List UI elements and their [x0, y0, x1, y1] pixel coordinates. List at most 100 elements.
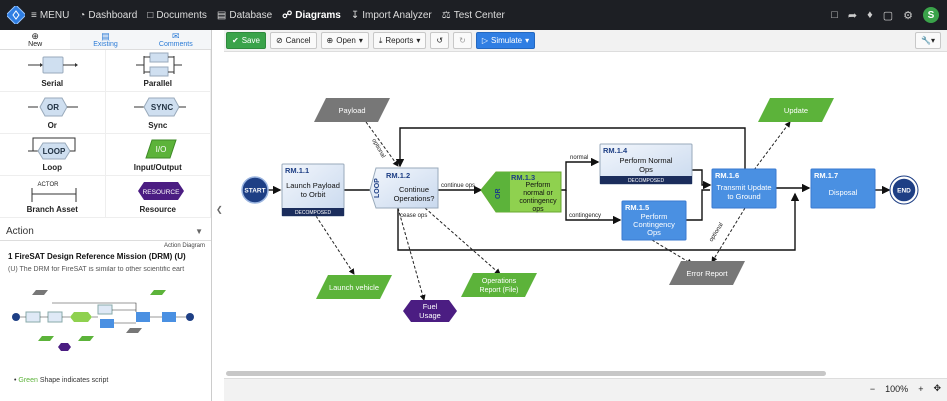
zoom-out-button[interactable]: − — [870, 384, 875, 394]
nav-documents[interactable]: □ Documents — [142, 0, 212, 30]
start-node[interactable]: START — [241, 176, 269, 204]
check-circle-icon: ✔ — [232, 36, 239, 45]
bell-icon[interactable]: ♦ — [867, 9, 873, 21]
node-rm-1-7[interactable]: RM.1.7 Disposal — [810, 168, 876, 209]
svg-text:SYNC: SYNC — [150, 103, 172, 112]
cancel-icon: ⊘ — [275, 36, 283, 45]
node-rm-1-4[interactable]: RM.1.4 Perform Normal Ops DECOMPOSED — [599, 143, 693, 185]
node-rm-1-2[interactable]: RM.1.2 Continue Operations? LOOP — [369, 167, 439, 209]
zoom-in-button[interactable]: + — [918, 384, 923, 394]
avatar[interactable]: S — [923, 7, 939, 23]
scrollbar-thumb[interactable] — [226, 371, 826, 376]
document-icon: □ — [147, 9, 154, 21]
svg-text:contingency: contingency — [519, 198, 557, 205]
io-shape-icon: I/O — [144, 139, 177, 159]
nav-diagrams[interactable]: ☍ Diagrams — [277, 0, 346, 30]
node-rm-1-5[interactable]: RM.1.5 Perform Contingency Ops — [621, 200, 687, 241]
svg-text:RM.1.3: RM.1.3 — [511, 173, 535, 182]
svg-text:Usage: Usage — [419, 311, 441, 320]
resource-fuel-usage[interactable]: Fuel Usage — [403, 300, 457, 322]
svg-text:RM.1.4: RM.1.4 — [603, 146, 628, 155]
svg-text:Fuel: Fuel — [423, 302, 438, 311]
nav-import-analyzer[interactable]: ↧ Import Analyzer — [346, 0, 437, 30]
node-rm-1-6[interactable]: RM.1.6 Transmit Update to Ground — [711, 168, 777, 209]
gauge-icon: ◔ — [79, 9, 86, 21]
io-operations-report[interactable]: Operations Report (File) — [461, 273, 537, 297]
io-update[interactable]: Update — [758, 98, 834, 122]
nav-test-center[interactable]: ⚖ Test Center — [437, 0, 510, 30]
palette-loop[interactable]: LOOP Loop — [0, 134, 106, 176]
palette-or[interactable]: OR Or — [0, 92, 106, 134]
svg-text:Launch vehicle: Launch vehicle — [329, 283, 379, 292]
or-shape-icon: OR — [28, 97, 78, 117]
action-panel-header[interactable]: Action ▼ — [0, 223, 211, 241]
tab-new[interactable]: ⊕ New — [0, 30, 71, 49]
palette-branch-asset[interactable]: ACTOR Branch Asset — [0, 176, 106, 218]
loop-shape-icon: LOOP — [28, 137, 76, 160]
undo-icon: ↺ — [436, 36, 444, 45]
sidebar-collapse-handle[interactable]: ❮ — [216, 205, 223, 214]
svg-text:RESOURCE: RESOURCE — [142, 189, 180, 196]
diagram-icon: ☍ — [282, 9, 293, 21]
svg-text:RM.1.6: RM.1.6 — [715, 171, 739, 180]
io-launch-vehicle[interactable]: Launch vehicle — [316, 275, 392, 299]
actor-shape-icon: ACTOR — [31, 182, 77, 202]
legend-note: • Green Shape indicates script — [14, 377, 109, 384]
tab-existing[interactable]: ▤ Existing — [70, 30, 141, 49]
palette-serial[interactable]: Serial — [0, 50, 106, 92]
tab-comments[interactable]: ✉ Comments — [140, 30, 211, 49]
nav-dashboard[interactable]: ◔ Dashboard — [74, 0, 142, 30]
edge-label-normal: normal — [570, 155, 588, 161]
svg-text:Continue: Continue — [399, 185, 429, 194]
shape-palette-sidebar: ⊕ New ▤ Existing ✉ Comments Serial Parallel… — [0, 30, 212, 401]
svg-text:DECOMPOSED: DECOMPOSED — [628, 178, 665, 184]
share-icon[interactable]: ➦ — [848, 9, 857, 22]
reports-dropdown[interactable]: ⤓ Reports ▾ — [372, 32, 427, 49]
simulate-dropdown[interactable]: ▷ Simulate ▾ — [475, 32, 536, 49]
chat-icon[interactable]: □ — [831, 9, 838, 21]
undo-button[interactable]: ↺ — [430, 32, 450, 49]
node-rm-1-3[interactable]: OR RM.1.3 Perform normal or contingency … — [480, 171, 562, 213]
comments-icon: ✉ — [172, 31, 180, 41]
nav-database[interactable]: ▤ Database — [212, 0, 277, 30]
settings-wrench-button[interactable]: 🔧▾ — [915, 32, 941, 49]
caret-down-icon: ▾ — [358, 36, 363, 45]
io-error-report[interactable]: Error Report — [669, 261, 745, 285]
move-icon[interactable]: ✥ — [933, 383, 941, 394]
svg-text:ACTOR: ACTOR — [38, 182, 60, 188]
plus-circle-icon: ⊕ — [326, 36, 334, 45]
diagram-thumbnail[interactable] — [8, 285, 203, 370]
save-button[interactable]: ✔ Save — [226, 32, 266, 49]
io-payload[interactable]: Payload — [314, 98, 390, 122]
svg-text:LOOP: LOOP — [43, 147, 66, 156]
palette-sync[interactable]: SYNC Sync — [105, 92, 211, 134]
svg-text:to Orbit: to Orbit — [301, 190, 327, 199]
svg-text:Launch Payload: Launch Payload — [286, 181, 340, 190]
svg-text:OR: OR — [47, 103, 59, 112]
folder-icon[interactable]: ▢ — [883, 9, 893, 22]
edge-label-contingency: contingency — [569, 213, 601, 219]
menu-button[interactable]: ≡ MENU — [26, 0, 74, 30]
end-node[interactable]: END — [889, 175, 919, 205]
horizontal-scrollbar[interactable] — [226, 370, 938, 377]
redo-button[interactable]: ↻ — [453, 32, 472, 49]
cancel-button[interactable]: ⊘ Cancel — [269, 32, 317, 49]
action-diagram-label: Action Diagram — [163, 243, 205, 249]
open-dropdown[interactable]: ⊕ Open ▾ — [320, 32, 369, 49]
svg-text:Operations?: Operations? — [394, 194, 435, 203]
palette-resource[interactable]: RESOURCE Resource — [105, 176, 211, 218]
svg-text:Ops: Ops — [647, 228, 661, 237]
palette-input-output[interactable]: I/O Input/Output — [105, 134, 211, 176]
svg-text:LOOP: LOOP — [374, 178, 381, 198]
svg-text:Report (File): Report (File) — [480, 287, 519, 294]
svg-text:I/O: I/O — [155, 145, 166, 154]
svg-text:Payload: Payload — [338, 106, 365, 115]
diagram-canvas[interactable]: optional continue ops cease ops normal c… — [224, 52, 947, 377]
top-right-icons: □ ➦ ♦ ▢ ⚙ S — [831, 0, 939, 30]
node-rm-1-1[interactable]: RM.1.1 Launch Payload to Orbit DECOMPOSE… — [281, 163, 345, 217]
palette-parallel[interactable]: Parallel — [105, 50, 211, 92]
svg-text:RM.1.2: RM.1.2 — [386, 171, 410, 180]
gear-icon[interactable]: ⚙ — [903, 9, 913, 22]
app-logo[interactable] — [6, 5, 26, 25]
caret-down-icon: ▾ — [416, 36, 421, 45]
